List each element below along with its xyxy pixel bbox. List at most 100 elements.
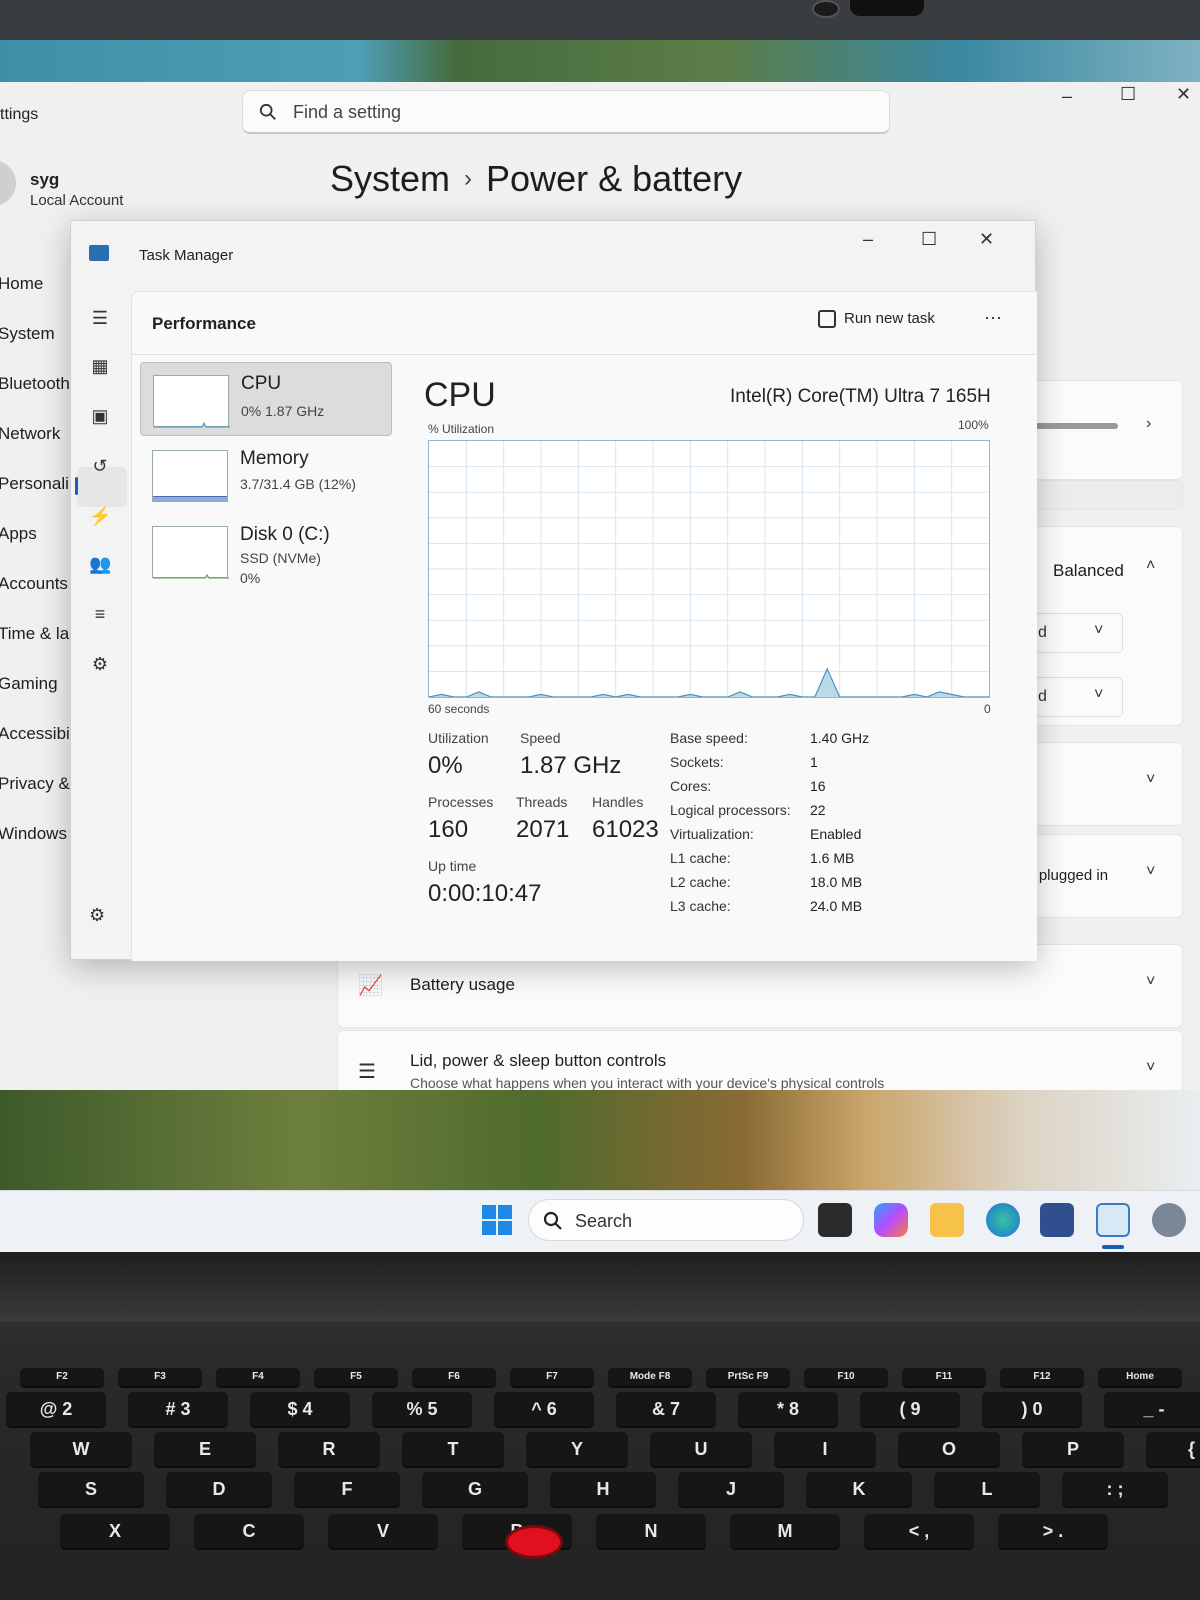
letter-key[interactable]: P [1022,1432,1124,1466]
number-key[interactable]: * 8 [738,1392,838,1426]
chevron-right-icon[interactable]: › [1146,415,1151,433]
copilot-icon[interactable] [874,1203,908,1237]
letter-key[interactable]: V [328,1514,438,1548]
letter-key[interactable]: S [38,1472,144,1506]
number-key[interactable]: _ - [1104,1392,1200,1426]
nav-item-system[interactable]: System [0,324,55,344]
resource-cpu[interactable]: CPU 0% 1.87 GHz [140,362,392,436]
sleep-timeout-select[interactable]: d ˅ [1033,677,1123,717]
letter-key[interactable]: G [422,1472,528,1506]
nav-item-windows-update[interactable]: Windows [0,824,67,844]
letter-key[interactable]: Y [526,1432,628,1466]
trackpoint-icon[interactable] [508,1528,560,1556]
task-view-icon[interactable] [818,1203,852,1237]
chevron-down-icon[interactable]: ˅ [1146,863,1155,881]
number-key[interactable]: & 7 [616,1392,716,1426]
taskbar-search[interactable]: Search [528,1199,804,1241]
fn-key[interactable]: F3 [118,1368,202,1386]
power-mode-value[interactable]: Balanced [1053,561,1124,581]
fn-key[interactable]: F6 [412,1368,496,1386]
number-key[interactable]: ( 9 [860,1392,960,1426]
number-key[interactable]: $ 4 [250,1392,350,1426]
settings-gear-icon[interactable]: ⚙ [89,905,105,926]
performance-icon[interactable]: ▣ [89,405,111,427]
file-explorer-icon[interactable] [930,1203,964,1237]
letter-key[interactable]: X [60,1514,170,1548]
run-new-task-button[interactable]: Run new task [818,310,935,329]
close-icon[interactable]: ✕ [1176,84,1191,105]
letter-key[interactable]: : ; [1062,1472,1168,1506]
letter-key[interactable]: M [730,1514,840,1548]
letter-key[interactable]: < , [864,1514,974,1548]
nav-item-privacy[interactable]: Privacy & [0,774,70,794]
fn-key[interactable]: F10 [804,1368,888,1386]
edge-icon[interactable] [986,1203,1020,1237]
letter-key[interactable]: H [550,1472,656,1506]
letter-key[interactable]: I [774,1432,876,1466]
letter-key[interactable]: L [934,1472,1040,1506]
task-manager-titlebar[interactable]: Task Manager – ☐ ✕ [71,221,1035,291]
minimize-icon[interactable]: – [863,229,873,250]
settings-taskbar-icon[interactable] [1152,1203,1186,1237]
avatar[interactable] [0,160,16,206]
nav-item-accounts[interactable]: Accounts [0,574,68,594]
users-icon[interactable]: 👥 [89,553,111,575]
number-key[interactable]: ) 0 [982,1392,1082,1426]
fn-key[interactable]: Home [1098,1368,1182,1386]
details-icon[interactable]: ≡ [89,603,111,625]
app-history-icon[interactable]: ↺ [89,455,111,477]
letter-key[interactable]: N [596,1514,706,1548]
nav-item-accessibility[interactable]: Accessibi [0,724,70,744]
letter-key[interactable]: T [402,1432,504,1466]
settings-search-input[interactable]: Find a setting [242,90,890,134]
nav-item-network[interactable]: Network [0,424,60,444]
fn-key[interactable]: F12 [1000,1368,1084,1386]
letter-key[interactable]: R [278,1432,380,1466]
chevron-down-icon[interactable]: ˅ [1146,771,1155,789]
letter-key[interactable]: C [194,1514,304,1548]
nav-item-time[interactable]: Time & la [0,624,69,644]
nav-item-gaming[interactable]: Gaming [0,674,58,694]
nav-item-apps[interactable]: Apps [0,524,37,544]
maximize-icon[interactable]: ☐ [921,229,937,250]
more-options-icon[interactable]: ⋯ [984,308,1003,329]
resource-memory[interactable]: Memory 3.7/31.4 GB (12%) [140,438,392,512]
fn-key[interactable]: F11 [902,1368,986,1386]
fn-key[interactable]: F2 [20,1368,104,1386]
chevron-up-icon[interactable]: ˄ [1146,557,1155,575]
letter-key[interactable]: U [650,1432,752,1466]
number-key[interactable]: @ 2 [6,1392,106,1426]
resource-disk[interactable]: Disk 0 (C:) SSD (NVMe) 0% [140,514,392,588]
letter-key[interactable]: D [166,1472,272,1506]
nav-item-home[interactable]: Home [0,274,43,294]
letter-key[interactable]: W [30,1432,132,1466]
number-key[interactable]: # 3 [128,1392,228,1426]
services-icon[interactable]: ⚙ [89,653,111,675]
fn-key[interactable]: F7 [510,1368,594,1386]
fn-key[interactable]: F4 [216,1368,300,1386]
letter-key[interactable]: K [806,1472,912,1506]
screen-timeout-select[interactable]: d ˅ [1033,613,1123,653]
nav-item-bluetooth[interactable]: Bluetooth [0,374,70,394]
processes-icon[interactable]: ▦ [89,355,111,377]
minimize-icon[interactable]: – [1062,86,1072,107]
letter-key[interactable]: O [898,1432,1000,1466]
task-manager-taskbar-icon[interactable] [1096,1203,1130,1237]
chevron-down-icon[interactable]: ˅ [1146,973,1155,991]
nav-item-personalization[interactable]: Personali [0,474,69,494]
letter-key[interactable]: J [678,1472,784,1506]
fn-key[interactable]: PrtSc F9 [706,1368,790,1386]
hamburger-menu-icon[interactable]: ☰ [89,307,111,329]
windows-start-icon[interactable] [482,1205,512,1235]
maximize-icon[interactable]: ☐ [1120,84,1136,105]
breadcrumb-system[interactable]: System [330,158,450,199]
letter-key[interactable]: F [294,1472,400,1506]
number-key[interactable]: % 5 [372,1392,472,1426]
letter-key[interactable]: > . [998,1514,1108,1548]
letter-key[interactable]: E [154,1432,256,1466]
close-icon[interactable]: ✕ [979,229,994,250]
startup-apps-icon[interactable]: ⚡ [89,505,111,527]
store-icon[interactable] [1040,1203,1074,1237]
letter-key[interactable]: { [ [1146,1432,1200,1466]
fn-key[interactable]: F5 [314,1368,398,1386]
